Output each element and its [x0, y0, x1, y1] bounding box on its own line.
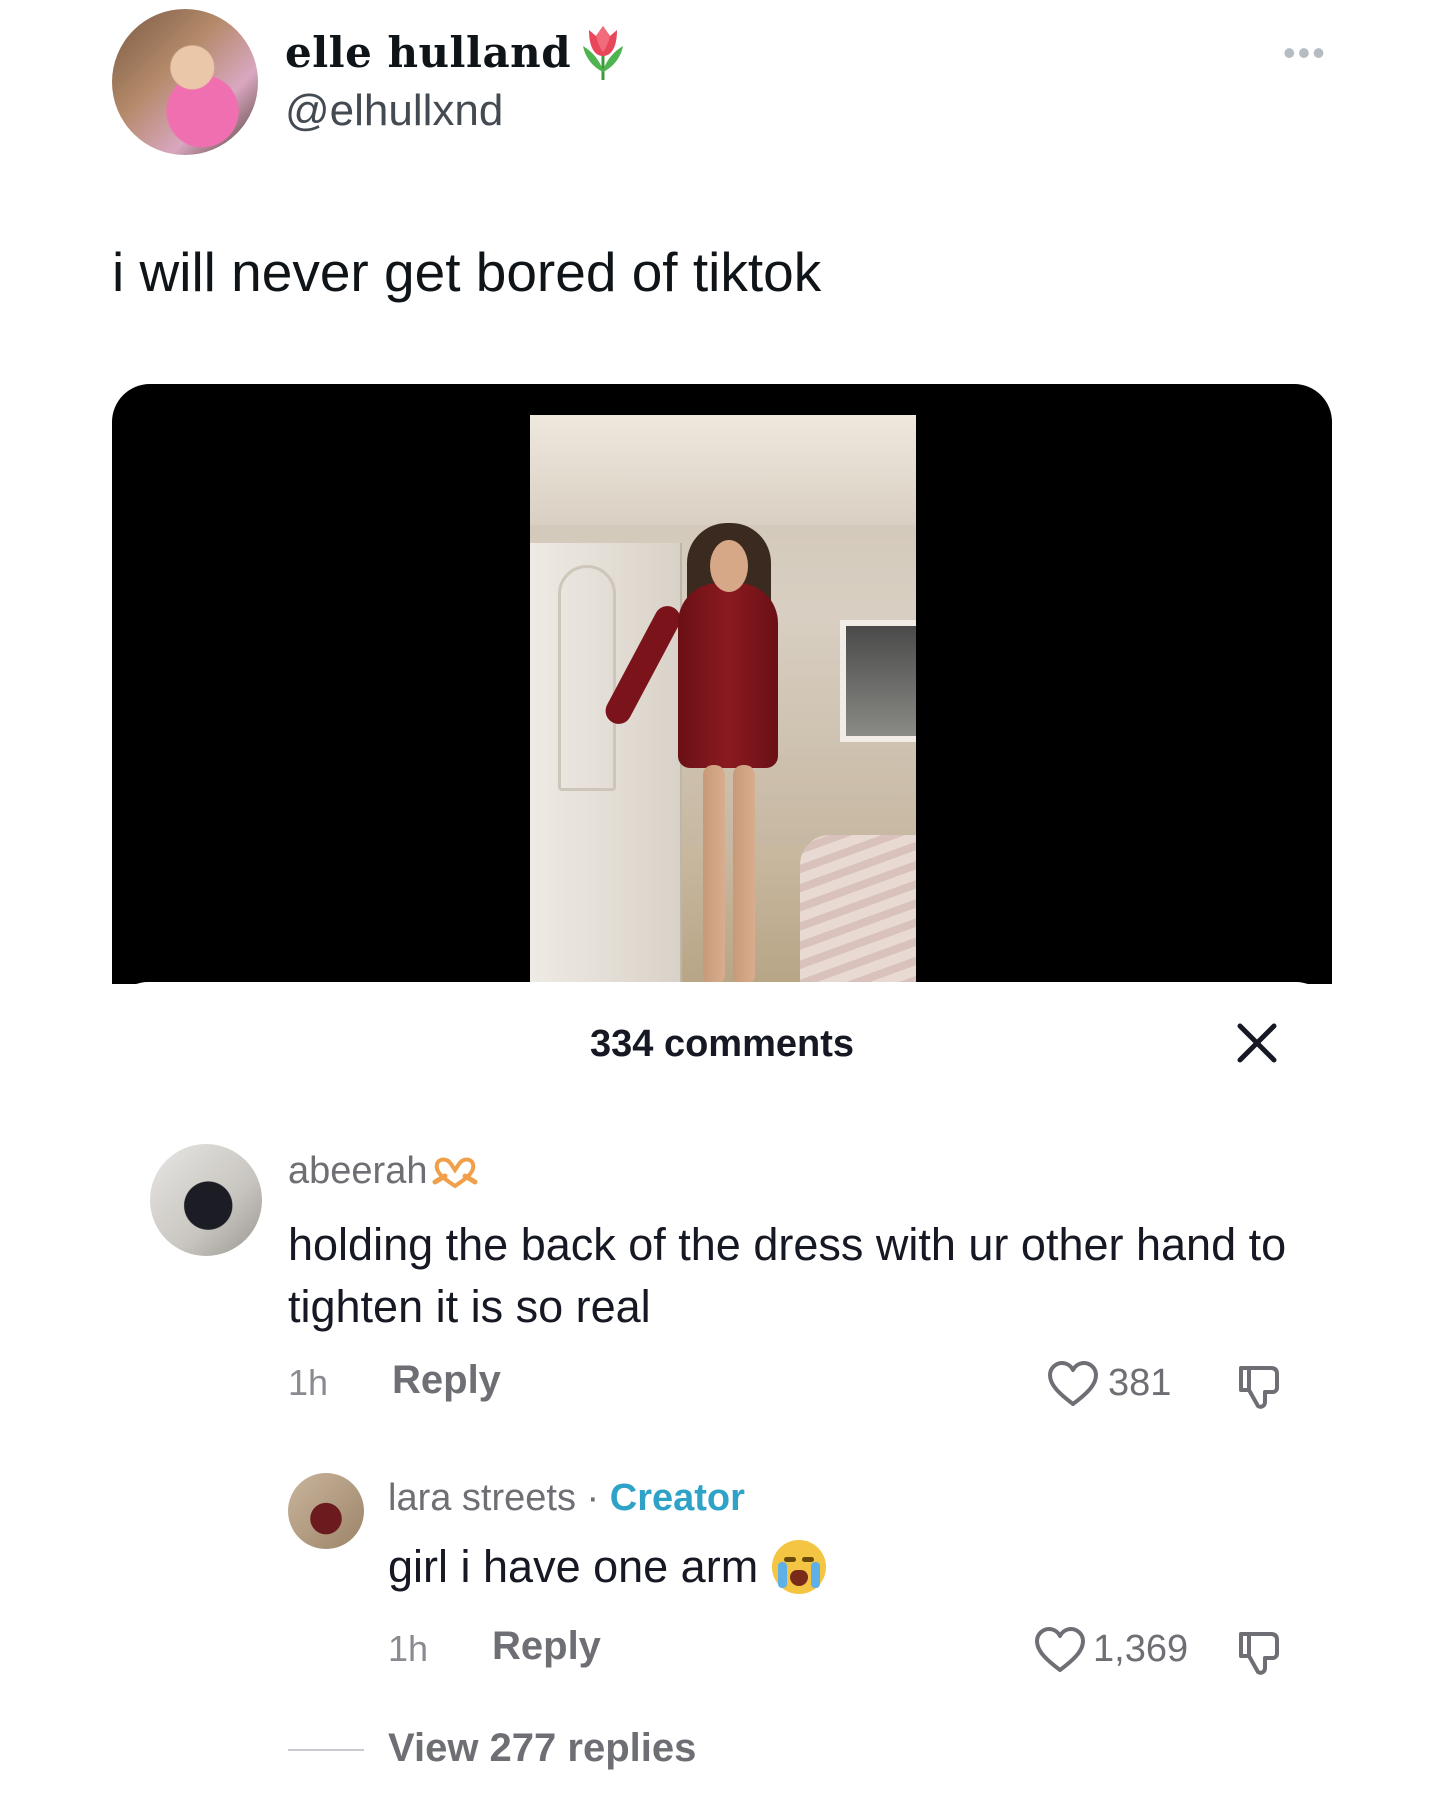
creator-badge: Creator [609, 1477, 745, 1519]
author-avatar[interactable] [112, 9, 258, 155]
creator-reply-header[interactable]: lara streets · Creator [388, 1477, 745, 1520]
comment-username[interactable]: abeerah [288, 1150, 479, 1193]
loudly-crying-face-icon [772, 1540, 827, 1594]
person-leg [703, 765, 725, 985]
person-leg [733, 765, 755, 985]
comment-time: 1h [388, 1628, 429, 1669]
dislike-icon[interactable] [1235, 1360, 1285, 1410]
scene-bed [800, 835, 916, 985]
scene-ceiling [530, 415, 916, 525]
creator-avatar[interactable] [288, 1473, 364, 1549]
close-icon[interactable] [1232, 1018, 1282, 1068]
comment-username-text: lara streets [388, 1477, 576, 1519]
like-heart-icon[interactable] [1034, 1626, 1086, 1674]
author-display-name[interactable]: elle hulland [285, 22, 629, 82]
like-count: 381 [1108, 1362, 1172, 1404]
video-thumbnail[interactable] [530, 415, 916, 985]
dislike-icon[interactable] [1235, 1626, 1285, 1676]
comment-count: 334 comments [589, 1023, 854, 1065]
heart-hands-icon [432, 1157, 478, 1188]
person-face [710, 540, 748, 592]
like-count: 1,369 [1093, 1628, 1189, 1670]
reply-button[interactable]: Reply [392, 1358, 501, 1403]
display-name-text: elle hulland [285, 27, 572, 77]
scene-window [840, 620, 916, 742]
like-heart-icon[interactable] [1047, 1360, 1099, 1408]
tweet-text: i will never get bored of tiktok [112, 241, 822, 303]
tulip-icon [583, 26, 624, 80]
replies-divider [288, 1749, 364, 1751]
reply-button[interactable]: Reply [492, 1624, 601, 1669]
more-options-icon[interactable]: ••• [1283, 35, 1327, 71]
comment-time: 1h [288, 1362, 329, 1403]
comment-text-row: girl i have one arm [388, 1540, 827, 1594]
separator-dot: · [575, 1477, 610, 1519]
view-replies-link[interactable]: View 277 replies [388, 1726, 696, 1771]
author-handle[interactable]: @elhullxnd [285, 86, 503, 136]
comment-text: girl i have one arm [388, 1541, 759, 1592]
commenter-avatar[interactable] [150, 1144, 262, 1256]
comment-text: holding the back of the dress with ur ot… [288, 1219, 1287, 1332]
comment-username-text: abeerah [288, 1150, 428, 1192]
scene-wardrobe-door [558, 565, 616, 791]
person-dress [678, 583, 778, 768]
